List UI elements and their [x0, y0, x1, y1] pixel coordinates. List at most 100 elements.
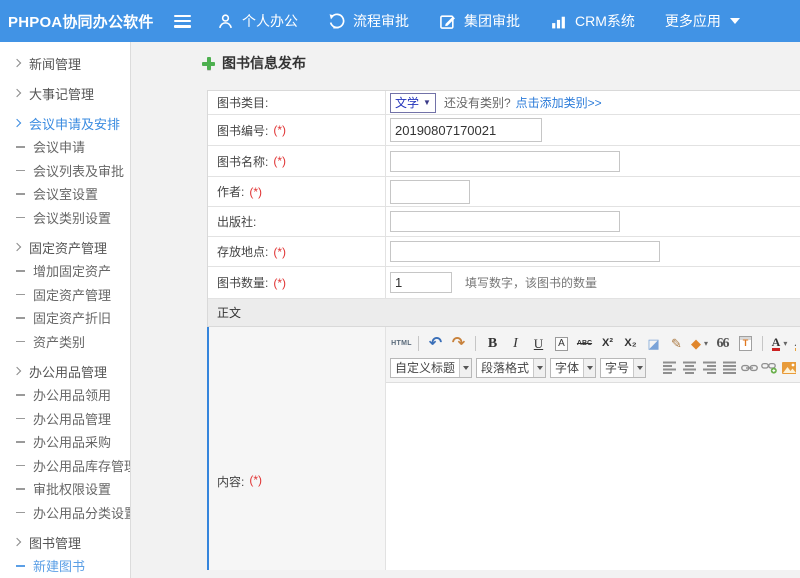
sidebar-item-meeting-category-settings[interactable]: 会议类别设置 — [0, 206, 130, 230]
sidebar-item-supplies-management[interactable]: 办公用品管理 — [0, 407, 130, 431]
dash-icon — [16, 488, 25, 490]
paste-text-icon[interactable]: T — [735, 334, 756, 353]
subscript-icon[interactable]: X₂ — [620, 334, 641, 353]
sidebar-item-meeting-apply[interactable]: 会议申请 — [0, 135, 130, 159]
image-icon[interactable] — [781, 359, 796, 376]
sidebar-item-news-management[interactable]: 新闻管理 — [0, 51, 130, 75]
dash-icon — [16, 270, 25, 272]
required-mark: (*) — [249, 473, 262, 487]
html-source-icon[interactable]: HTML — [391, 334, 412, 353]
align-center-icon[interactable] — [681, 359, 698, 376]
app-logo: PHPOA协同办公软件 — [0, 11, 174, 32]
sidebar-item-new-book[interactable]: 新建图书 — [0, 554, 130, 578]
row-category: 图书类目: 文学 ▼ 还没有类别? 点击添加类别>> — [208, 91, 800, 115]
toolbar-separator — [762, 336, 763, 351]
menu-personal-office[interactable]: 个人办公 — [217, 11, 298, 31]
font-size-select[interactable]: 字号 — [600, 358, 646, 378]
flow-history-icon — [328, 13, 345, 30]
dash-icon — [16, 170, 25, 172]
author-label: 作者: — [217, 183, 244, 200]
format-painter-icon[interactable]: ◆ — [689, 334, 710, 353]
font-color-icon[interactable]: A — [769, 334, 790, 353]
unlink-icon[interactable] — [761, 359, 778, 376]
superscript-icon[interactable]: X² — [597, 334, 618, 353]
paragraph-format-select[interactable]: 段落格式 — [476, 358, 546, 378]
menu-group-approval[interactable]: 集团审批 — [439, 11, 520, 31]
sidebar-item-events-management[interactable]: 大事记管理 — [0, 81, 130, 105]
content-label: 内容: — [217, 473, 244, 490]
undo-icon[interactable]: ↶ — [425, 334, 446, 353]
toolbar-separator — [475, 336, 476, 351]
sidebar-item-meeting-room-settings[interactable]: 会议室设置 — [0, 182, 130, 206]
quantity-label: 图书数量: — [217, 274, 268, 291]
sidebar-item-fixed-asset-management[interactable]: 固定资产管理 — [0, 283, 130, 307]
menu-more-apps[interactable]: 更多应用 — [665, 11, 740, 31]
dash-icon — [16, 217, 25, 219]
publisher-input[interactable] — [390, 211, 620, 232]
strikethrough-icon[interactable]: ABC — [574, 334, 595, 353]
category-hint: 还没有类别? — [444, 94, 511, 111]
link-icon[interactable] — [741, 359, 758, 376]
add-category-link[interactable]: 点击添加类别>> — [516, 94, 602, 111]
sidebar-item-meeting-application[interactable]: 会议申请及安排 — [0, 111, 130, 135]
align-right-icon[interactable] — [701, 359, 718, 376]
bold-icon[interactable]: B — [482, 334, 503, 353]
sidebar-item-fixed-assets-management[interactable]: 固定资产管理 — [0, 235, 130, 259]
chevron-right-icon — [13, 367, 21, 375]
main-content: 图书信息发布 图书类目: 文学 ▼ 还没有类别? 点击添加类别>> 图 — [131, 42, 800, 578]
menu-crm-system[interactable]: CRM系统 — [550, 11, 635, 31]
align-justify-icon[interactable] — [721, 359, 738, 376]
sidebar-item-supplies-claim[interactable]: 办公用品领用 — [0, 383, 130, 407]
caret-down-icon — [583, 359, 595, 377]
app-window: PHPOA协同办公软件 个人办公 流程审批 集团审批 CRM系统 — [0, 0, 800, 578]
row-author: 作者: (*) — [208, 177, 800, 207]
sidebar-item-add-fixed-asset[interactable]: 增加固定资产 — [0, 259, 130, 283]
category-label: 图书类目: — [217, 94, 268, 111]
font-border-icon[interactable]: A — [551, 334, 572, 353]
eraser-icon[interactable]: ◪ — [643, 334, 664, 353]
sidebar-item-supplies-classification[interactable]: 办公用品分类设置 — [0, 501, 130, 525]
required-mark: (*) — [273, 245, 286, 259]
highlight-color-icon[interactable]: A — [792, 334, 796, 353]
underline-icon[interactable]: U — [528, 334, 549, 353]
row-quantity: 图书数量: (*) 填写数字，该图书的数量 — [208, 267, 800, 299]
quantity-input[interactable] — [390, 272, 452, 293]
chevron-right-icon — [13, 538, 21, 546]
toolbar-separator — [418, 336, 419, 351]
sidebar-item-supplies-inventory[interactable]: 办公用品库存管理 — [0, 454, 130, 478]
row-publisher: 出版社: — [208, 207, 800, 237]
publisher-label: 出版社: — [217, 213, 256, 230]
align-left-icon[interactable] — [661, 359, 678, 376]
caret-down-icon — [459, 359, 471, 377]
blockquote-icon[interactable]: 66 — [712, 334, 733, 353]
editor-content-area[interactable] — [386, 383, 800, 570]
sidebar-item-meeting-list-approval[interactable]: 会议列表及审批 — [0, 159, 130, 183]
author-input[interactable] — [390, 180, 470, 204]
sidebar-item-fixed-asset-depreciation[interactable]: 固定资产折旧 — [0, 306, 130, 330]
category-select[interactable]: 文学 ▼ — [390, 93, 436, 113]
redo-icon[interactable]: ↷ — [448, 334, 469, 353]
location-input[interactable] — [390, 241, 660, 262]
menu-process-approval[interactable]: 流程审批 — [328, 11, 409, 31]
italic-icon[interactable]: I — [505, 334, 526, 353]
row-book-no: 图书编号: (*) — [208, 115, 800, 146]
chevron-right-icon — [13, 59, 21, 67]
focus-edge — [207, 327, 209, 570]
caret-down-icon — [730, 18, 740, 24]
dash-icon — [16, 341, 25, 343]
custom-title-select[interactable]: 自定义标题 — [390, 358, 472, 378]
sidebar-item-approval-permission-settings[interactable]: 审批权限设置 — [0, 477, 130, 501]
hamburger-menu-icon[interactable] — [174, 15, 191, 28]
book-name-input[interactable] — [390, 151, 620, 172]
sidebar-item-book-management[interactable]: 图书管理 — [0, 530, 130, 554]
sidebar-item-asset-category[interactable]: 资产类别 — [0, 330, 130, 354]
dash-icon — [16, 418, 25, 420]
sidebar-item-office-supplies-management[interactable]: 办公用品管理 — [0, 359, 130, 383]
required-mark: (*) — [273, 154, 286, 168]
font-family-select[interactable]: 字体 — [550, 358, 596, 378]
clear-format-icon[interactable]: ✎ — [666, 334, 687, 353]
book-no-input[interactable] — [390, 118, 542, 142]
plus-icon — [202, 57, 215, 70]
page-title: 图书信息发布 — [202, 53, 306, 73]
sidebar-item-supplies-purchase[interactable]: 办公用品采购 — [0, 430, 130, 454]
